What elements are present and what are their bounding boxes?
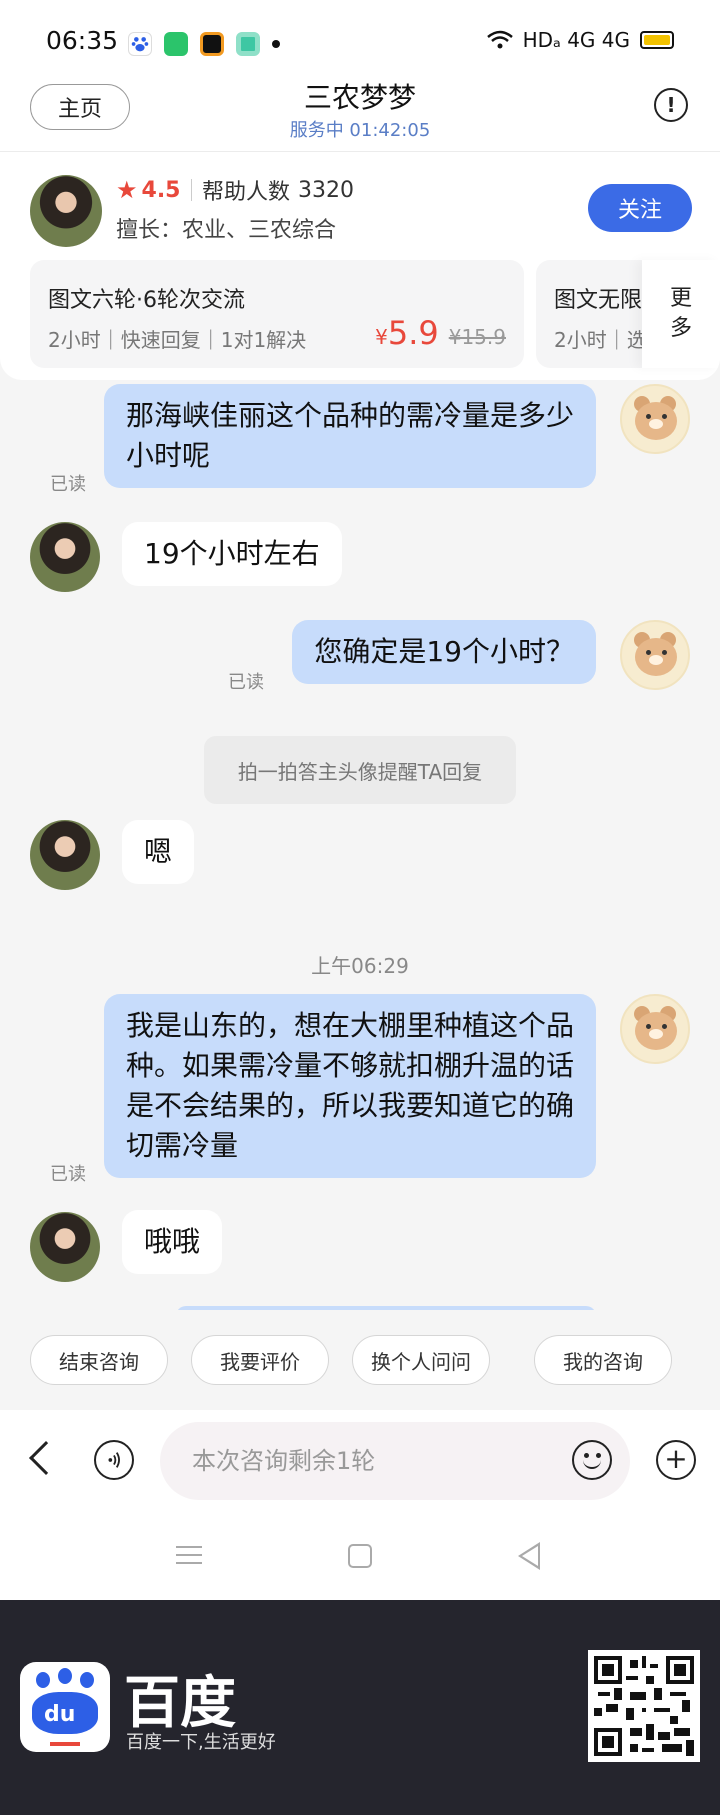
back-nav-icon[interactable] — [518, 1542, 540, 1570]
expert-message-bubble[interactable]: 嗯 — [122, 820, 195, 884]
service-status: 服务中 01:42:05 — [289, 120, 431, 141]
chat-messages[interactable]: 那海峡佳丽这个品种的需冷量是多少小时呢 已读 19个小时左右 您确定是19个小时… — [0, 380, 720, 1310]
read-receipt: 已读 — [50, 1164, 86, 1185]
home-nav-icon[interactable] — [348, 1544, 372, 1568]
network-label: HDₐ 4G 4G — [522, 28, 630, 52]
expert-avatar[interactable] — [30, 522, 100, 592]
star-icon: ★ — [116, 176, 138, 204]
price-value: 5.9 — [387, 314, 439, 352]
status-time: 06:35 — [46, 26, 119, 55]
helped-label: 帮助人数 — [202, 180, 291, 205]
input-bar: + — [0, 1410, 720, 1510]
user-avatar[interactable] — [620, 620, 690, 690]
plan-tags: 2小时｜快速回复｜1对1解决 — [48, 328, 307, 352]
plus-icon[interactable]: + — [656, 1440, 696, 1480]
end-consultation-button[interactable]: 结束咨询 — [30, 1335, 168, 1385]
back-arrow-icon[interactable] — [29, 1441, 63, 1475]
emoji-icon[interactable] — [572, 1440, 612, 1480]
baidu-logo-icon: du — [20, 1662, 110, 1752]
nudge-hint[interactable]: 拍一拍答主头像提醒TA回复 — [204, 736, 516, 804]
expert-message-bubble[interactable]: 哦哦 — [122, 1210, 223, 1274]
chat-header: 主页 三农梦梦 服务中 01:42:05 ! — [0, 72, 720, 152]
page-title: 三农梦梦 — [303, 81, 416, 114]
user-avatar[interactable] — [620, 994, 690, 1064]
black-app-icon — [200, 32, 224, 56]
expert-card: ★ 4.5 帮助人数 3320 擅长：农业、三农综合 关注 图文六轮·6轮次交流… — [0, 152, 720, 380]
rate-button[interactable]: 我要评价 — [191, 1335, 329, 1385]
original-price: ¥15.9 — [448, 325, 506, 349]
more-label: 更多 — [669, 286, 692, 341]
plan-card[interactable]: 图文六轮·6轮次交流 2小时｜快速回复｜1对1解决 ¥ 5.9 ¥15.9 — [30, 260, 524, 368]
ring-app-icon — [236, 32, 260, 56]
my-message-bubble[interactable]: 那海峡佳丽这个品种的需冷量是多少小时呢 — [104, 384, 596, 488]
expert-message-bubble[interactable]: 19个小时左右 — [122, 522, 342, 586]
follow-button[interactable]: 关注 — [588, 184, 692, 232]
my-message-bubble[interactable]: 您确定是19个小时？ — [292, 620, 596, 684]
rating-row: ★ 4.5 帮助人数 3320 — [116, 174, 354, 206]
qr-code-icon — [588, 1650, 700, 1762]
helped-count: 3320 — [298, 177, 355, 203]
expert-avatar[interactable] — [30, 820, 100, 890]
voice-input-icon[interactable] — [94, 1440, 134, 1480]
recent-apps-icon[interactable] — [176, 1546, 202, 1564]
baidu-footer: du 百度 百度一下,生活更好 — [0, 1600, 720, 1815]
user-avatar[interactable] — [620, 384, 690, 454]
divider — [190, 179, 192, 201]
expert-specialty: 擅长：农业、三农综合 — [116, 218, 337, 243]
ask-someone-else-button[interactable]: 换个人问问 — [352, 1335, 490, 1385]
battery-icon — [640, 31, 674, 49]
message-input[interactable] — [160, 1422, 630, 1500]
read-receipt: 已读 — [228, 672, 264, 693]
expert-avatar[interactable] — [30, 175, 102, 247]
plan-name: 图文无限 — [554, 288, 643, 313]
status-app-icons — [128, 32, 260, 56]
plan-tags: 2小时｜选 — [554, 328, 647, 352]
wifi-icon — [486, 30, 513, 49]
logo-strip — [50, 1742, 80, 1746]
plan-price: ¥ 5.9 ¥15.9 — [375, 314, 506, 352]
rating-value: 4.5 — [141, 177, 181, 203]
quick-actions: 结束咨询 我要评价 换个人问问 我的咨询 — [0, 1310, 720, 1410]
logo-text: du — [44, 1702, 76, 1727]
green-app-icon — [164, 32, 188, 56]
price-symbol: ¥ — [375, 325, 388, 349]
brand-name: 百度 — [124, 1671, 236, 1736]
baidu-app-icon — [128, 32, 152, 56]
my-message-bubble[interactable]: 我是山东的，想在大棚里种植这个品种。如果需冷量不够就扣棚升温的话是不会结果的，所… — [104, 994, 596, 1178]
expert-avatar[interactable] — [30, 1212, 100, 1282]
plan-name: 图文六轮·6轮次交流 — [48, 288, 245, 313]
read-receipt: 已读 — [50, 474, 86, 495]
system-nav-bar — [0, 1510, 720, 1600]
more-plans-button[interactable]: 更多 — [642, 260, 720, 368]
status-indicators: HDₐ 4G 4G — [486, 28, 674, 52]
info-icon[interactable]: ! — [654, 88, 688, 122]
status-bar: 06:35 HDₐ 4G 4G — [0, 0, 720, 72]
notification-dot-icon — [272, 40, 280, 48]
my-consultations-button[interactable]: 我的咨询 — [534, 1335, 672, 1385]
brand-slogan: 百度一下,生活更好 — [126, 1732, 276, 1753]
message-timestamp: 上午06:29 — [311, 954, 409, 978]
